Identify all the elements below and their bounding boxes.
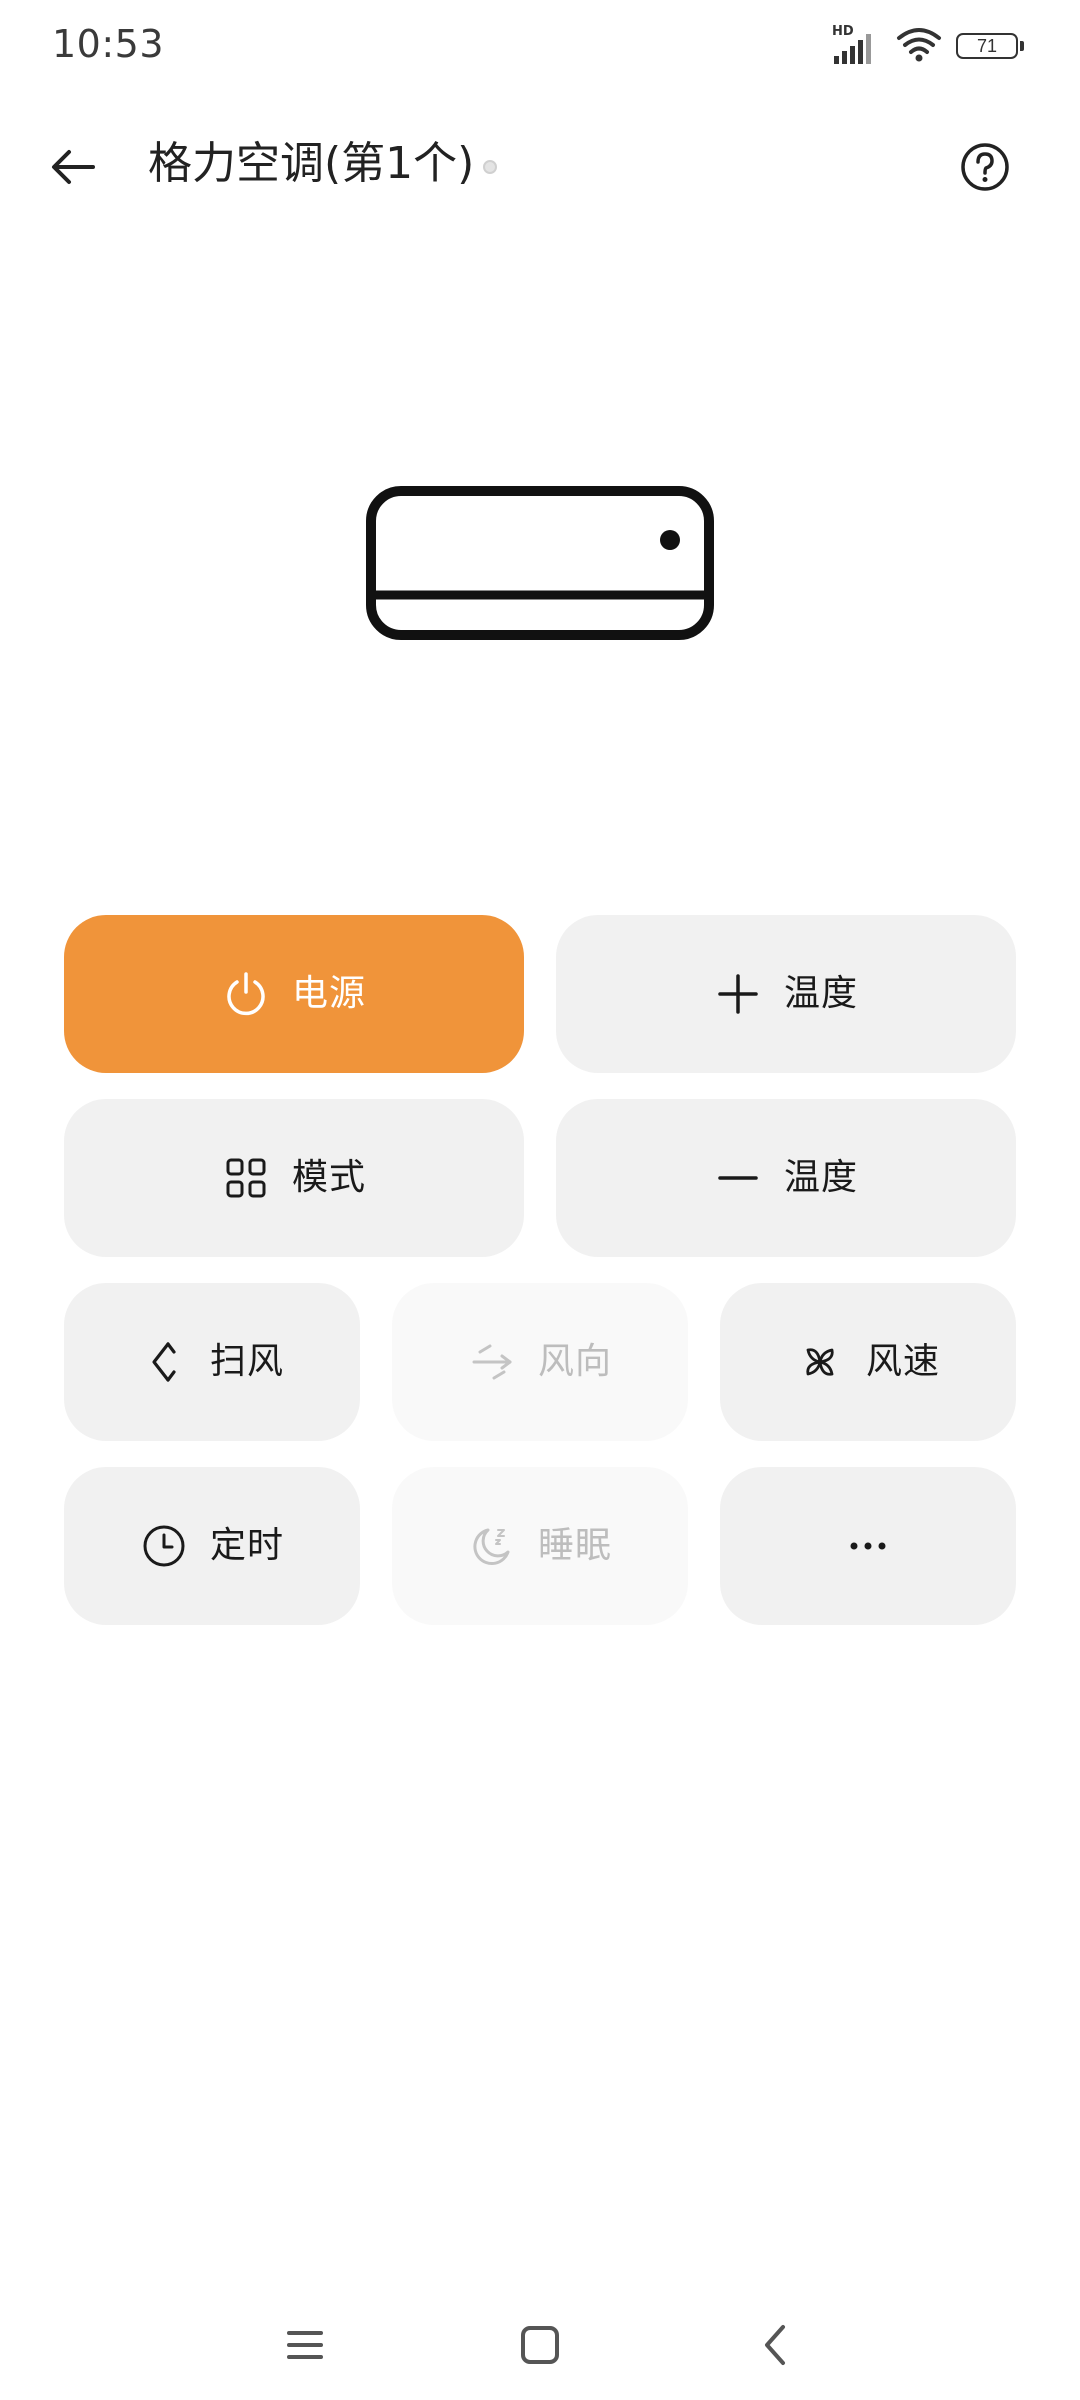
more-button[interactable] (720, 1467, 1016, 1625)
mode-label: 模式 (291, 1157, 366, 1198)
status-icons: HD 71 (832, 24, 1024, 66)
direction-icon (468, 1338, 516, 1386)
temp-up-button[interactable]: 温度 (556, 915, 1016, 1073)
air-conditioner-icon (365, 485, 715, 645)
fan-speed-label: 风速 (865, 1341, 940, 1382)
back-button[interactable] (40, 134, 106, 200)
temp-down-button[interactable]: 温度 (556, 1099, 1016, 1257)
direction-button[interactable]: 风向 (392, 1283, 688, 1441)
fan-speed-button[interactable]: 风速 (720, 1283, 1016, 1441)
hd-badge: HD (832, 24, 854, 39)
system-nav-bar (0, 2290, 1080, 2400)
temp-down-label: 温度 (783, 1157, 858, 1198)
power-label: 电源 (291, 973, 366, 1014)
signal-icon: HD (832, 24, 882, 66)
battery-level: 71 (976, 35, 998, 56)
minus-icon (714, 1154, 762, 1202)
help-icon (961, 143, 1009, 191)
power-button[interactable]: 电源 (64, 915, 524, 1073)
temp-up-label: 温度 (783, 973, 858, 1014)
remote-control-screen: 10:53 HD 71 格力空调(第1个) 电源 温度 模式 温度 扫风 风向 … (0, 0, 1080, 2400)
power-icon (222, 970, 270, 1018)
grid-icon (222, 1154, 270, 1202)
help-button[interactable] (952, 134, 1018, 200)
direction-label: 风向 (537, 1341, 612, 1382)
back-icon[interactable] (742, 2312, 808, 2378)
connection-status-dot (483, 160, 497, 174)
fan-icon (796, 1338, 844, 1386)
plus-icon (714, 970, 762, 1018)
status-time: 10:53 (52, 22, 165, 66)
timer-label: 定时 (209, 1525, 284, 1566)
home-icon[interactable] (507, 2312, 573, 2378)
status-bar: 10:53 HD 71 (0, 0, 1080, 96)
clock-icon (140, 1522, 188, 1570)
sleep-label: 睡眠 (537, 1525, 612, 1566)
page-title: 格力空调(第1个) (148, 138, 475, 189)
moon-icon (468, 1522, 516, 1570)
mode-button[interactable]: 模式 (64, 1099, 524, 1257)
timer-button[interactable]: 定时 (64, 1467, 360, 1625)
back-arrow-icon (52, 150, 95, 184)
more-icon (844, 1522, 892, 1570)
wifi-icon (896, 26, 942, 66)
swing-label: 扫风 (209, 1341, 284, 1382)
swing-icon (140, 1338, 188, 1386)
app-header: 格力空调(第1个) (0, 110, 1080, 220)
menu-icon[interactable] (272, 2312, 338, 2378)
swing-button[interactable]: 扫风 (64, 1283, 360, 1441)
sleep-button[interactable]: 睡眠 (392, 1467, 688, 1625)
battery-icon: 71 (956, 33, 1024, 59)
